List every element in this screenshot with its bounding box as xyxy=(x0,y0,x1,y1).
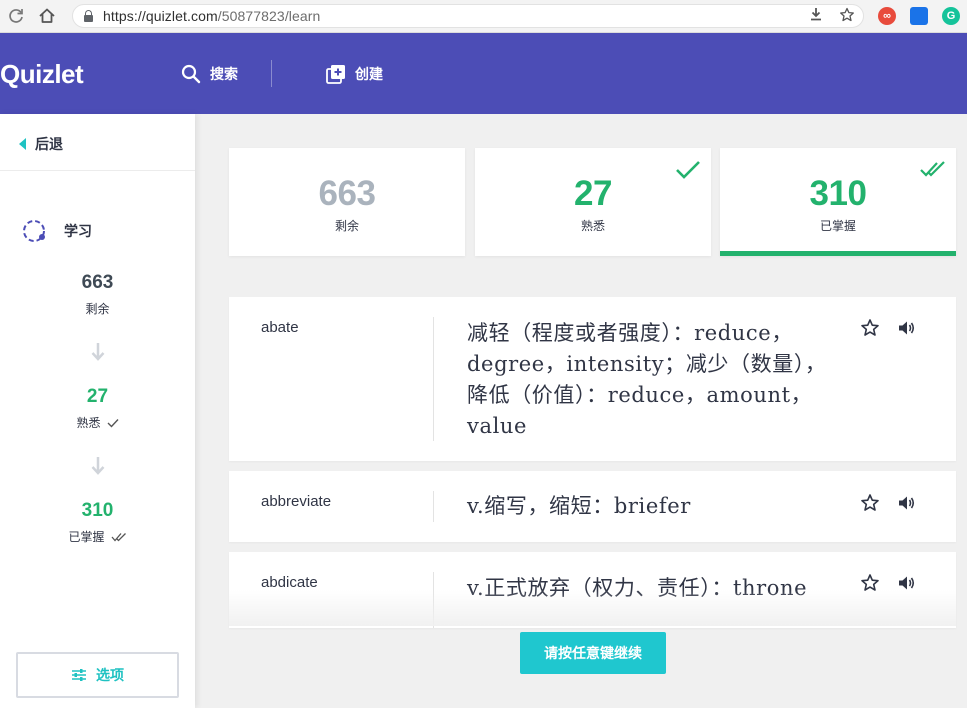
create-icon xyxy=(326,65,345,84)
progress-sidebar: 后退 学习 663 剩余 27 熟悉 310 已掌握 选项 xyxy=(0,114,195,708)
term-text: abdicate xyxy=(261,574,318,591)
down-arrow-icon xyxy=(91,343,105,361)
options-button[interactable]: 选项 xyxy=(16,652,179,698)
lock-icon xyxy=(84,10,93,22)
back-arrow-icon xyxy=(19,138,26,150)
term-row: abate 减轻（程度或者强度）：reduce，degree，intensity… xyxy=(229,297,956,461)
learn-mode: 学习 xyxy=(21,218,92,244)
create-button[interactable]: 创建 xyxy=(326,63,383,85)
speaker-icon[interactable] xyxy=(896,318,916,338)
familiar-card-label: 熟悉 xyxy=(580,219,605,233)
familiar-card-count: 27 xyxy=(574,174,612,213)
mastered-card-label: 已掌握 xyxy=(819,219,856,233)
search-icon xyxy=(181,64,201,84)
term-text: abbreviate xyxy=(261,493,332,510)
url-text[interactable]: https://quizlet.com/50877823/learn xyxy=(103,8,320,24)
definition-text: 减轻（程度或者强度）：reduce，degree，intensity；减少（数量… xyxy=(467,321,827,438)
star-icon[interactable] xyxy=(860,318,880,338)
speaker-icon[interactable] xyxy=(896,493,916,513)
sliders-icon xyxy=(72,669,86,681)
mastered-label: 已掌握 xyxy=(68,530,105,544)
familiar-card: 27 熟悉 xyxy=(475,148,711,256)
extension-calendar-icon[interactable] xyxy=(910,7,928,25)
mastered-card: 310 已掌握 xyxy=(720,148,956,256)
mastered-stat: 310 已掌握 xyxy=(0,500,195,545)
definition-text: v.缩写，缩短：briefer xyxy=(467,494,691,518)
continue-button[interactable]: 请按任意键继续 xyxy=(520,632,666,674)
mastered-card-count: 310 xyxy=(809,174,867,213)
grammarly-icon[interactable]: G xyxy=(942,7,960,25)
options-label: 选项 xyxy=(96,667,124,683)
quizlet-logo[interactable]: Quizlet xyxy=(0,59,84,90)
remaining-count: 663 xyxy=(81,272,114,293)
download-icon[interactable] xyxy=(807,7,825,25)
learn-mode-icon xyxy=(23,220,45,242)
back-label: 后退 xyxy=(35,136,63,152)
browser-toolbar: https://quizlet.com/50877823/learn ∞ G xyxy=(0,0,967,33)
term-text: abate xyxy=(261,319,299,336)
term-row: abbreviate v.缩写，缩短：briefer xyxy=(229,471,956,542)
address-bar[interactable]: https://quizlet.com/50877823/learn xyxy=(72,4,864,28)
search-button[interactable]: 搜索 xyxy=(181,63,238,85)
remaining-card-count: 663 xyxy=(318,174,376,213)
check-icon xyxy=(107,418,119,428)
sidebar-divider xyxy=(0,170,195,171)
back-button[interactable]: 后退 xyxy=(19,134,63,154)
familiar-stat: 27 熟悉 xyxy=(0,386,195,431)
app-header: Quizlet 搜索 创建 xyxy=(0,33,967,114)
bookmark-star-icon[interactable] xyxy=(838,7,856,25)
familiar-count: 27 xyxy=(86,386,109,407)
remaining-stat: 663 剩余 xyxy=(0,272,195,317)
familiar-label: 熟悉 xyxy=(76,416,101,430)
mastered-count: 310 xyxy=(81,500,114,521)
remaining-card: 663 剩余 xyxy=(229,148,465,256)
double-check-icon xyxy=(111,532,126,541)
star-icon[interactable] xyxy=(860,493,880,513)
reload-icon[interactable] xyxy=(6,6,26,26)
extension-infinity-icon[interactable]: ∞ xyxy=(878,7,896,25)
row-divider xyxy=(433,317,434,441)
create-label: 创建 xyxy=(355,66,383,82)
header-divider xyxy=(271,60,272,87)
home-icon[interactable] xyxy=(37,6,57,26)
scroll-fade-overlay xyxy=(229,590,956,626)
remaining-card-label: 剩余 xyxy=(334,219,359,233)
learn-mode-label: 学习 xyxy=(64,223,92,239)
remaining-label: 剩余 xyxy=(85,302,110,316)
row-divider xyxy=(433,491,434,522)
search-label: 搜索 xyxy=(210,66,238,82)
down-arrow-icon xyxy=(91,457,105,475)
